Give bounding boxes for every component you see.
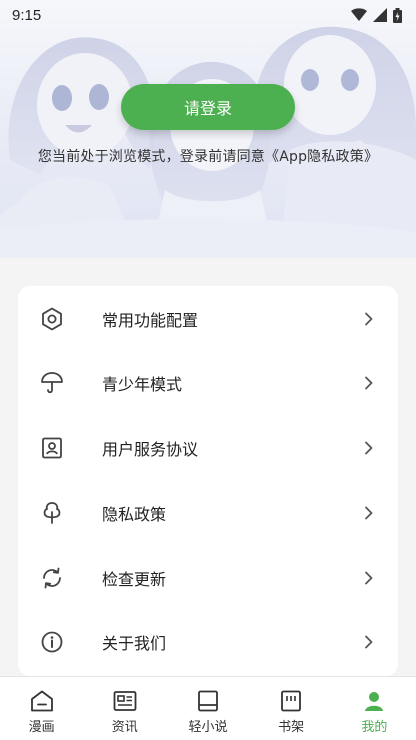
menu-item-label: 青少年模式 (102, 375, 183, 394)
menu-item-privacy-policy[interactable]: 隐私政策 (18, 481, 398, 545)
nav-tab-mine[interactable]: 我的 (333, 677, 416, 740)
nav-label: 漫画 (28, 720, 55, 735)
nav-tab-news[interactable]: 资讯 (83, 677, 166, 740)
news-icon (112, 689, 138, 713)
chevron-right-icon (365, 635, 373, 649)
nav-label: 书架 (278, 720, 305, 735)
bookshelf-icon (278, 689, 304, 713)
status-bar: 9:15 (0, 0, 416, 30)
bottom-navigation: 漫画 资讯 轻小说 书架 我的 (0, 676, 416, 740)
wifi-icon (351, 8, 367, 21)
chevron-right-icon (365, 441, 373, 455)
menu-item-label: 隐私政策 (102, 505, 167, 524)
nav-tab-comics[interactable]: 漫画 (0, 677, 83, 740)
profile-icon (361, 689, 387, 713)
chevron-right-icon (365, 376, 373, 390)
gear-icon (39, 306, 65, 332)
book-icon (195, 689, 221, 713)
chevron-right-icon (365, 506, 373, 520)
menu-item-label: 用户服务协议 (102, 440, 199, 459)
menu-item-about-us[interactable]: 关于我们 (18, 610, 398, 674)
tree-icon (39, 500, 65, 526)
nav-tab-bookshelf[interactable]: 书架 (250, 677, 333, 740)
battery-icon (393, 7, 402, 23)
menu-item-label: 常用功能配置 (102, 311, 199, 330)
chevron-right-icon (365, 571, 373, 585)
umbrella-icon (39, 370, 65, 396)
settings-menu-card: 常用功能配置 青少年模式 用户服务协议 隐私政策 检查更新 关于我们 (18, 286, 398, 676)
menu-item-check-update[interactable]: 检查更新 (18, 546, 398, 610)
menu-item-feature-config[interactable]: 常用功能配置 (18, 287, 398, 351)
home-icon (29, 689, 55, 713)
profile-header: 9:15 请登录 您当前处于浏览模式，登录前请同意《App隐私政策》 (0, 0, 416, 258)
menu-item-user-agreement[interactable]: 用户服务协议 (18, 416, 398, 480)
login-button[interactable]: 请登录 (121, 84, 295, 130)
nav-tab-light-novel[interactable]: 轻小说 (166, 677, 249, 740)
nav-label: 资讯 (111, 720, 138, 735)
chevron-right-icon (365, 312, 373, 326)
privacy-hint-text[interactable]: 您当前处于浏览模式，登录前请同意《App隐私政策》 (0, 146, 416, 166)
status-icons (351, 7, 402, 23)
menu-item-label: 检查更新 (102, 570, 167, 589)
nav-label: 我的 (361, 720, 388, 735)
menu-item-label: 关于我们 (102, 634, 167, 653)
refresh-icon (39, 565, 65, 591)
info-icon (39, 629, 65, 655)
profile-card-icon (39, 435, 65, 461)
signal-icon (373, 8, 387, 22)
menu-item-teen-mode[interactable]: 青少年模式 (18, 351, 398, 415)
nav-label: 轻小说 (188, 720, 228, 735)
status-time: 9:15 (12, 6, 42, 24)
